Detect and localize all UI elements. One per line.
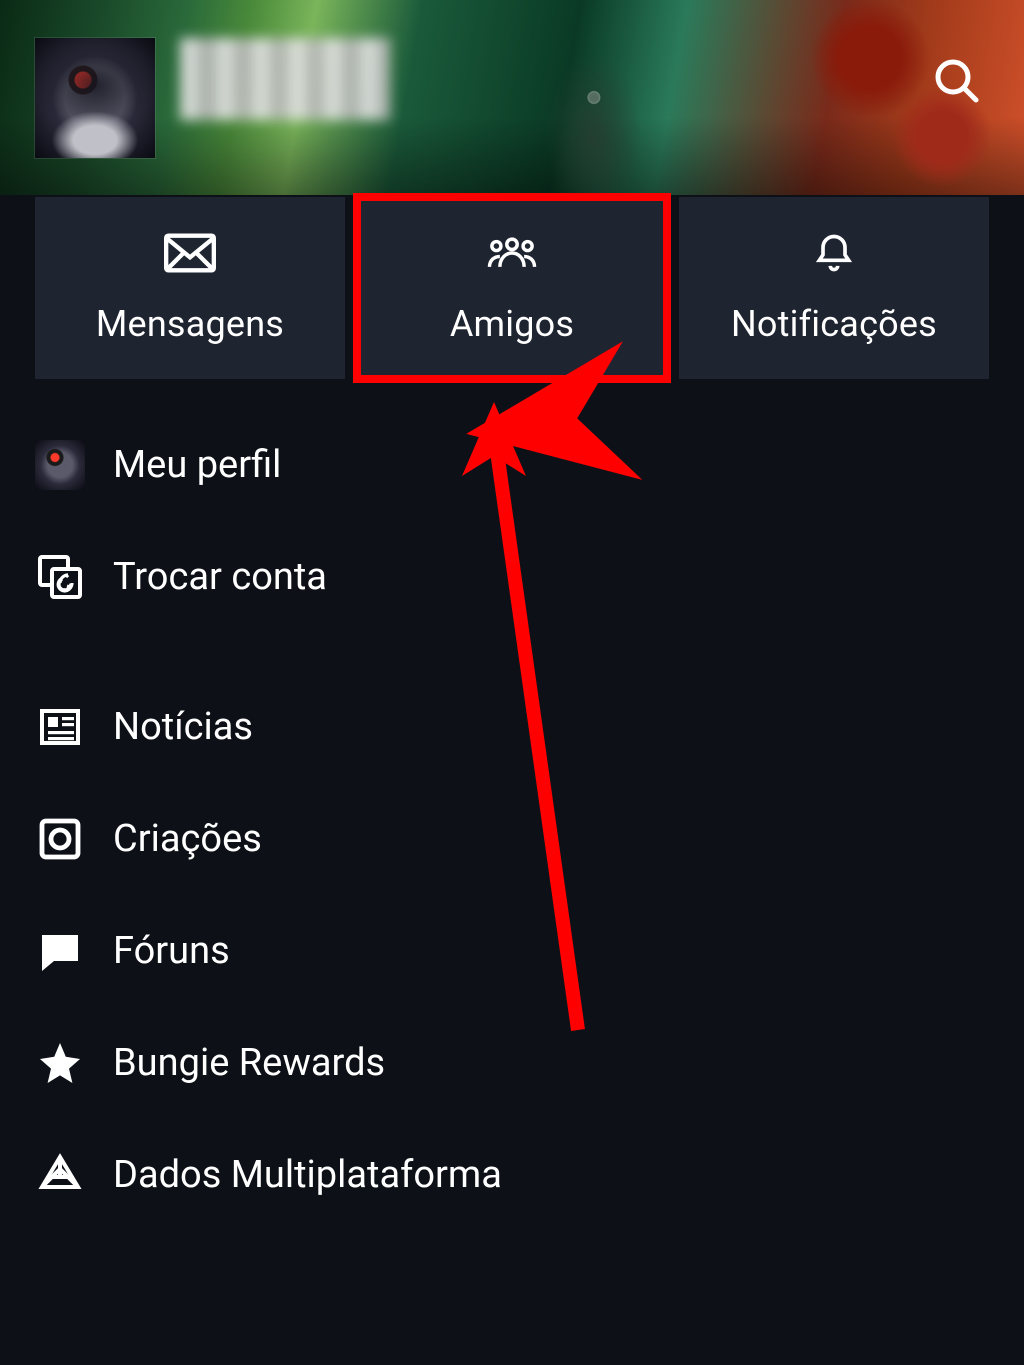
tile-notifications-label: Notificações [731, 303, 937, 345]
avatar[interactable] [35, 38, 155, 158]
menu-item-news[interactable]: Notícias [35, 671, 989, 783]
menu-item-label: Criações [113, 817, 262, 861]
bell-icon [808, 231, 860, 279]
people-icon [486, 231, 538, 279]
menu-item-label: Trocar conta [113, 555, 327, 599]
avatar-small-icon [35, 440, 85, 490]
menu-item-switch-account[interactable]: Trocar conta [35, 521, 989, 633]
tile-friends[interactable]: Amigos [357, 197, 667, 379]
menu-item-label: Dados Multiplataforma [113, 1153, 502, 1197]
menu-item-crossplay[interactable]: Dados Multiplataforma [35, 1119, 989, 1231]
search-button[interactable] [924, 50, 988, 114]
menu-list: Meu perfil Trocar conta [0, 379, 1024, 1231]
header-banner [0, 0, 1024, 195]
menu-item-profile[interactable]: Meu perfil [35, 409, 989, 521]
creations-icon [35, 814, 85, 864]
tile-friends-label: Amigos [450, 303, 574, 345]
chat-icon [35, 926, 85, 976]
tile-messages[interactable]: Mensagens [35, 197, 345, 379]
tile-notifications[interactable]: Notificações [679, 197, 989, 379]
search-icon [932, 56, 980, 108]
envelope-icon [164, 231, 216, 279]
menu-item-label: Fóruns [113, 929, 230, 973]
top-tiles: Mensagens Amigos Notificações [0, 197, 1024, 379]
menu-item-label: Meu perfil [113, 443, 281, 487]
switch-account-icon [35, 552, 85, 602]
tile-messages-label: Mensagens [96, 303, 284, 345]
menu-item-creations[interactable]: Criações [35, 783, 989, 895]
menu-item-forums[interactable]: Fóruns [35, 895, 989, 1007]
username-obscured [180, 38, 390, 120]
crossplay-icon [35, 1150, 85, 1200]
star-icon [35, 1038, 85, 1088]
menu-item-label: Bungie Rewards [113, 1041, 385, 1085]
menu-item-rewards[interactable]: Bungie Rewards [35, 1007, 989, 1119]
menu-item-label: Notícias [113, 705, 253, 749]
newspaper-icon [35, 702, 85, 752]
